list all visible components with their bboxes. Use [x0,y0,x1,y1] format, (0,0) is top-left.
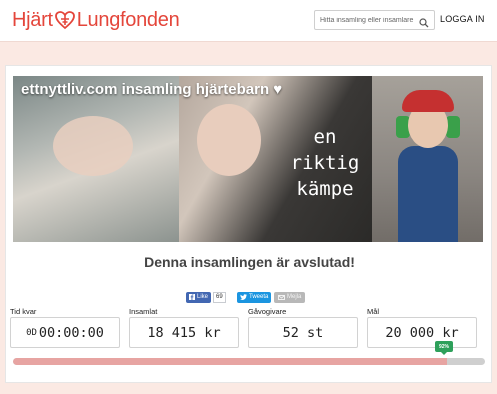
login-link[interactable]: LOGGA IN [440,14,485,24]
stat-time-value: 00:00:00 [38,324,104,341]
like-count: 69 [213,291,226,303]
stat-donors-value: 52 st [248,317,358,348]
stat-time-left-value: 0D 00:00:00 [10,317,120,348]
stat-goal: Mål 20 000 kr [367,307,477,348]
top-bar: Hjärt Lungfonden LOGGA IN [0,0,497,42]
hero-overlay-text: en riktig kämpe [279,124,371,202]
campaign-status: Denna insamlingen är avslutad! [144,254,355,270]
hero-photo-baby: en riktig kämpe [179,76,372,242]
tweet-label: Tweeta [249,294,269,300]
stat-days-prefix: 0D [26,327,37,338]
stat-goal-value: 20 000 kr [367,317,477,348]
progress-fill [13,358,448,365]
stat-collected-label: Insamlat [129,307,158,316]
stat-donors-label: Gåvogivare [248,307,287,316]
tweet-button[interactable]: Tweeta [237,291,272,303]
hero-overlay-line2: kämpe [296,178,354,200]
progress-percent-badge: 92% [435,341,453,355]
site-logo[interactable]: Hjärt Lungfonden [12,8,180,32]
fundraiser-card: en riktig kämpe ettnyttliv.com insamling… [5,65,492,383]
stat-time-left-label: Tid kvar [10,307,37,316]
campaign-title: ettnyttliv.com insamling hjärtebarn ♥ [21,81,283,98]
like-label: Like [197,294,209,300]
mail-icon [278,294,285,300]
twitter-icon [240,294,247,300]
hero-photo-child [372,76,483,242]
mail-label: Mejla [287,294,302,300]
search-input[interactable] [315,11,415,29]
facebook-like-button[interactable]: Like 69 [186,291,226,303]
hero-image: en riktig kämpe ettnyttliv.com insamling… [13,76,483,242]
stat-donors: Gåvogivare 52 st [248,307,358,348]
search-box[interactable] [314,10,435,30]
heart-logo-icon [54,9,76,31]
stat-collected: Insamlat 18 415 kr [129,307,239,348]
hero-overlay-line1: en riktig [290,126,360,174]
stat-time-left: Tid kvar 0D 00:00:00 [10,307,120,348]
progress-bar [13,358,485,365]
stat-collected-value: 18 415 kr [129,317,239,348]
stat-goal-label: Mål [367,307,380,316]
search-icon[interactable] [419,15,429,28]
facebook-icon [189,294,195,300]
logo-text-right: Lungfonden [76,8,180,31]
hero-photo-hospital [13,76,179,242]
logo-text-left: Hjärt [12,8,53,31]
mail-share-button[interactable]: Mejla [274,291,306,303]
